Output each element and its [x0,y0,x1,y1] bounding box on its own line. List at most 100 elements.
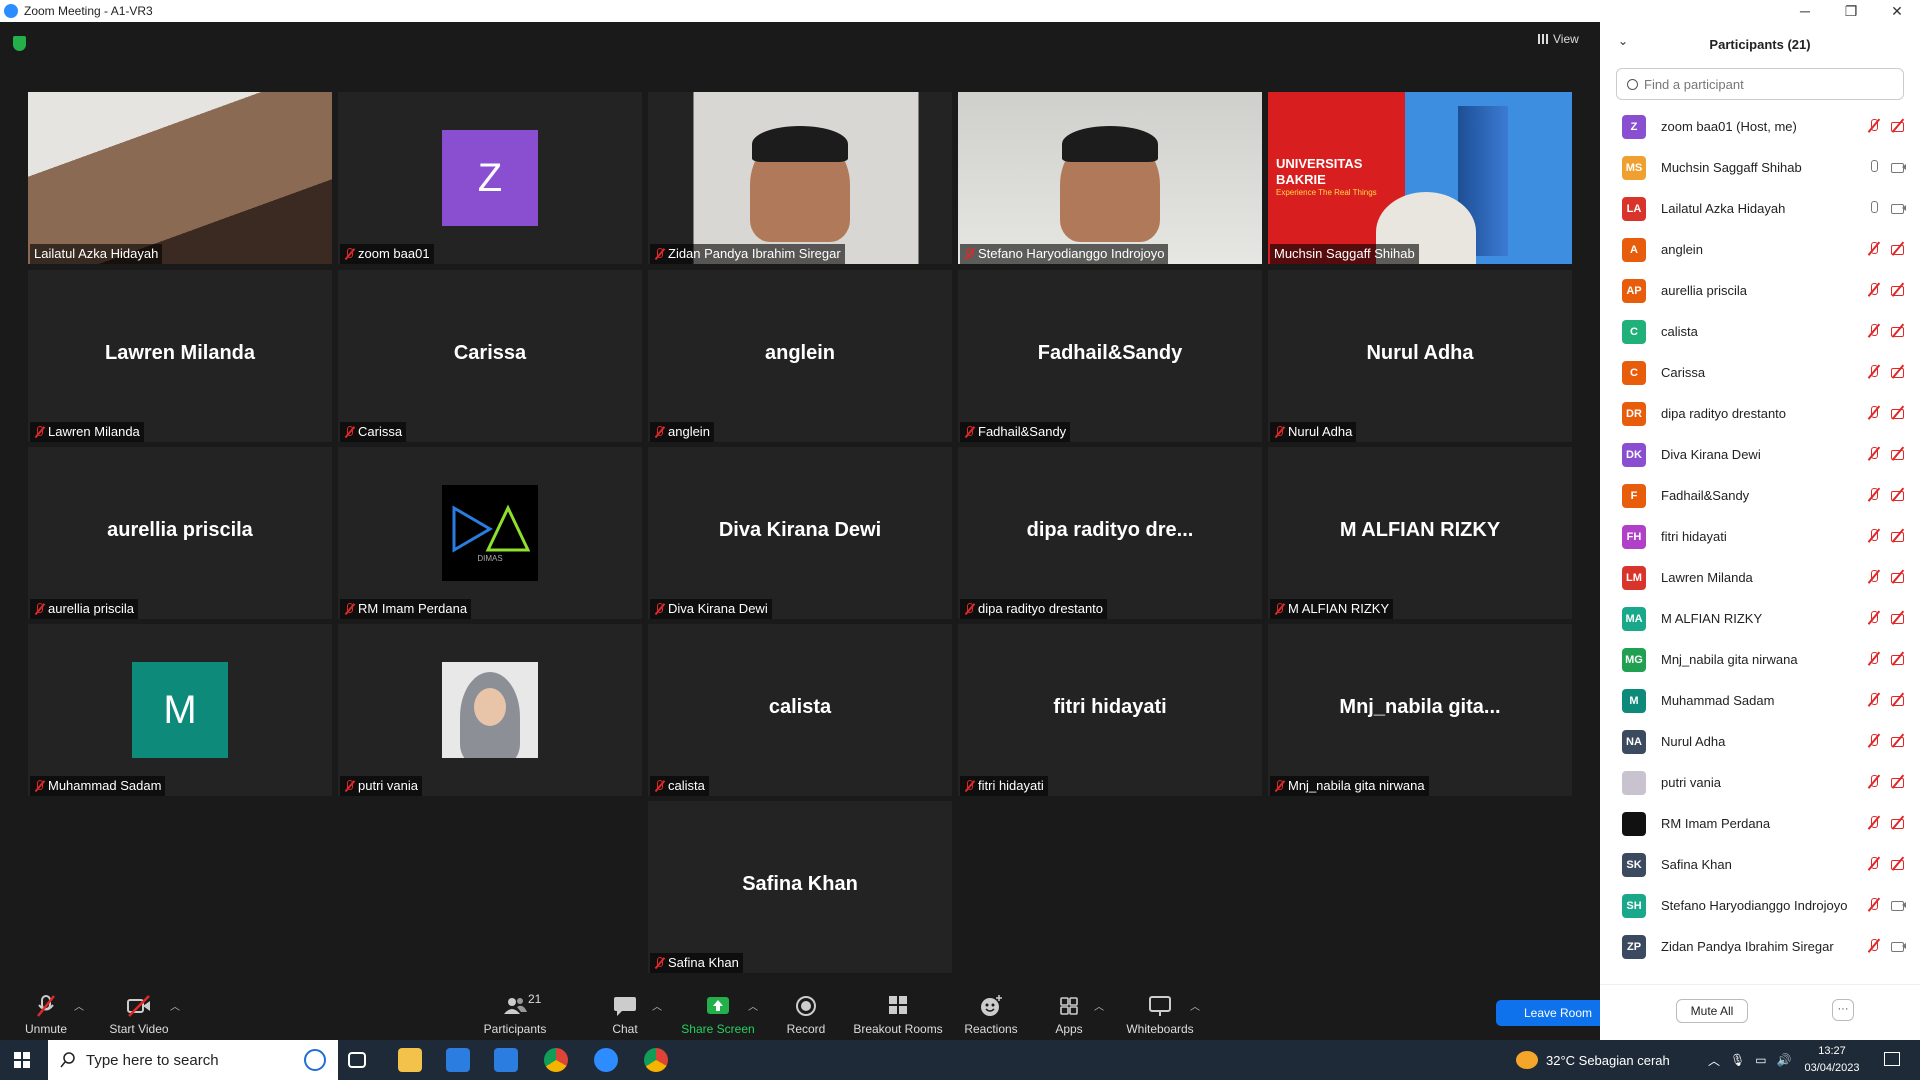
weather-widget[interactable]: 32°C Sebagian cerah [1516,1040,1670,1080]
video-tile[interactable]: Lawren Milanda Lawren Milanda [28,270,332,442]
zoom-taskbar-icon[interactable] [594,1048,618,1072]
participant-row[interactable]: putri vania [1600,762,1920,803]
taskbar-clock[interactable]: 13:27 03/04/2023 [1792,1043,1872,1077]
participant-row[interactable]: ZP Zidan Pandya Ibrahim Siregar [1600,926,1920,967]
video-icon[interactable] [1890,938,1906,954]
participant-row[interactable]: AP aurellia priscila [1600,270,1920,311]
mic-muted-icon[interactable] [1866,938,1882,954]
unmute-button[interactable]: Unmute [16,984,76,1040]
participant-row[interactable]: MG Mnj_nabila gita nirwana [1600,639,1920,680]
video-tile[interactable]: Mnj_nabila gita... Mnj_nabila gita nirwan… [1268,624,1572,796]
mic-muted-icon[interactable] [1866,446,1882,462]
whiteboards-button[interactable]: Whiteboards [1122,984,1198,1040]
video-tile[interactable]: Diva Kirana Dewi Diva Kirana Dewi [648,447,952,619]
video-tile[interactable]: Lailatul Azka Hidayah [28,92,332,264]
video-off-icon[interactable] [1890,405,1906,421]
video-off-icon[interactable] [1890,487,1906,503]
mic-muted-icon[interactable] [1866,774,1882,790]
network-icon[interactable]: ▭ [1755,1053,1766,1067]
participant-row[interactable]: DK Diva Kirana Dewi [1600,434,1920,475]
bing-icon[interactable] [304,1049,326,1071]
video-tile[interactable]: Nurul Adha Nurul Adha [1268,270,1572,442]
chat-options-caret-icon[interactable]: ︿ [652,998,662,1013]
video-tile[interactable]: Zzoom baa01 [338,92,642,264]
video-off-icon[interactable] [1890,364,1906,380]
video-icon[interactable] [1890,159,1906,175]
video-tile[interactable]: fitri hidayati fitri hidayati [958,624,1262,796]
participant-row[interactable]: Aanglein [1600,229,1920,270]
mic-muted-icon[interactable] [1866,405,1882,421]
video-tile[interactable]: Carissa Carissa [338,270,642,442]
video-off-icon[interactable] [1890,528,1906,544]
windows-start-icon[interactable] [14,1052,30,1068]
audio-options-caret-icon[interactable]: ︿ [74,998,84,1013]
participant-row[interactable]: NA Nurul Adha [1600,721,1920,762]
microsoft-store-icon[interactable] [446,1048,470,1072]
video-off-icon[interactable] [1890,774,1906,790]
close-button[interactable]: ✕ [1874,0,1920,22]
reactions-button[interactable]: Reactions [958,984,1024,1040]
minimize-button[interactable]: ─ [1782,0,1828,22]
tray-overflow-icon[interactable]: ︿ [1708,1052,1720,1069]
video-tile[interactable]: Safina Khan Safina Khan [648,801,952,973]
encryption-shield-icon[interactable] [13,36,26,51]
share-options-caret-icon[interactable]: ︿ [748,998,758,1013]
mic-icon[interactable] [1866,159,1882,175]
video-tile[interactable]: UNIVERSITAS BAKRIE Experience The Real Thi… [1268,92,1572,264]
video-off-icon[interactable] [1890,118,1906,134]
video-tile[interactable]: calista calista [648,624,952,796]
mic-muted-icon[interactable] [1866,897,1882,913]
participant-row[interactable]: MA M ALFIAN RIZKY [1600,598,1920,639]
mic-icon[interactable] [1866,200,1882,216]
video-icon[interactable] [1890,200,1906,216]
mic-muted-icon[interactable] [1866,118,1882,134]
video-tile[interactable]: M ALFIAN RIZKY M ALFIAN RIZKY [1268,447,1572,619]
mic-muted-icon[interactable] [1866,692,1882,708]
video-tile[interactable]: anglein anglein [648,270,952,442]
task-view-icon[interactable] [348,1052,366,1068]
mic-muted-icon[interactable] [1866,815,1882,831]
mic-muted-icon[interactable] [1866,733,1882,749]
view-button[interactable]: View [1538,32,1579,46]
participant-row[interactable]: FH fitri hidayati [1600,516,1920,557]
chrome-icon[interactable] [544,1048,568,1072]
start-video-button[interactable]: Start Video [104,984,174,1040]
mic-muted-icon[interactable] [1866,569,1882,585]
participant-row[interactable]: SK Safina Khan [1600,844,1920,885]
file-explorer-icon[interactable] [398,1048,422,1072]
taskbar-search-input[interactable]: Type here to search [48,1040,338,1080]
mic-muted-icon[interactable] [1866,241,1882,257]
more-options-button[interactable]: ··· [1832,999,1854,1021]
restore-button[interactable]: ❐ [1828,0,1874,22]
mic-muted-icon[interactable] [1866,323,1882,339]
video-off-icon[interactable] [1890,651,1906,667]
mute-all-button[interactable]: Mute All [1676,999,1748,1023]
volume-icon[interactable]: 🔊 [1777,1053,1792,1067]
participant-row[interactable]: M Muhammad Sadam [1600,680,1920,721]
video-off-icon[interactable] [1890,733,1906,749]
video-off-icon[interactable] [1890,856,1906,872]
mic-muted-icon[interactable] [1866,282,1882,298]
chrome-profile-icon[interactable] [644,1048,668,1072]
video-tile[interactable]: DIMAS RM Imam Perdana [338,447,642,619]
video-off-icon[interactable] [1890,815,1906,831]
video-off-icon[interactable] [1890,446,1906,462]
video-icon[interactable] [1890,897,1906,913]
mail-icon[interactable] [494,1048,518,1072]
apps-button[interactable]: Apps [1044,984,1094,1040]
participant-row[interactable]: Zzoom baa01 (Host, me) [1600,106,1920,147]
apps-options-caret-icon[interactable]: ︿ [1094,998,1104,1013]
video-off-icon[interactable] [1890,241,1906,257]
video-tile[interactable]: aurellia priscila aurellia priscila [28,447,332,619]
breakout-rooms-button[interactable]: Breakout Rooms [850,984,946,1040]
video-tile[interactable]: putri vania [338,624,642,796]
mic-muted-icon[interactable] [1866,487,1882,503]
microphone-tray-icon[interactable]: 🎙 [1730,1053,1745,1067]
video-off-icon[interactable] [1890,282,1906,298]
participant-row[interactable]: DR dipa radityo drestanto [1600,393,1920,434]
mic-muted-icon[interactable] [1866,364,1882,380]
video-off-icon[interactable] [1890,569,1906,585]
participant-row[interactable]: MS Muchsin Saggaff Shihab [1600,147,1920,188]
video-off-icon[interactable] [1890,323,1906,339]
chat-button[interactable]: Chat [595,984,655,1040]
